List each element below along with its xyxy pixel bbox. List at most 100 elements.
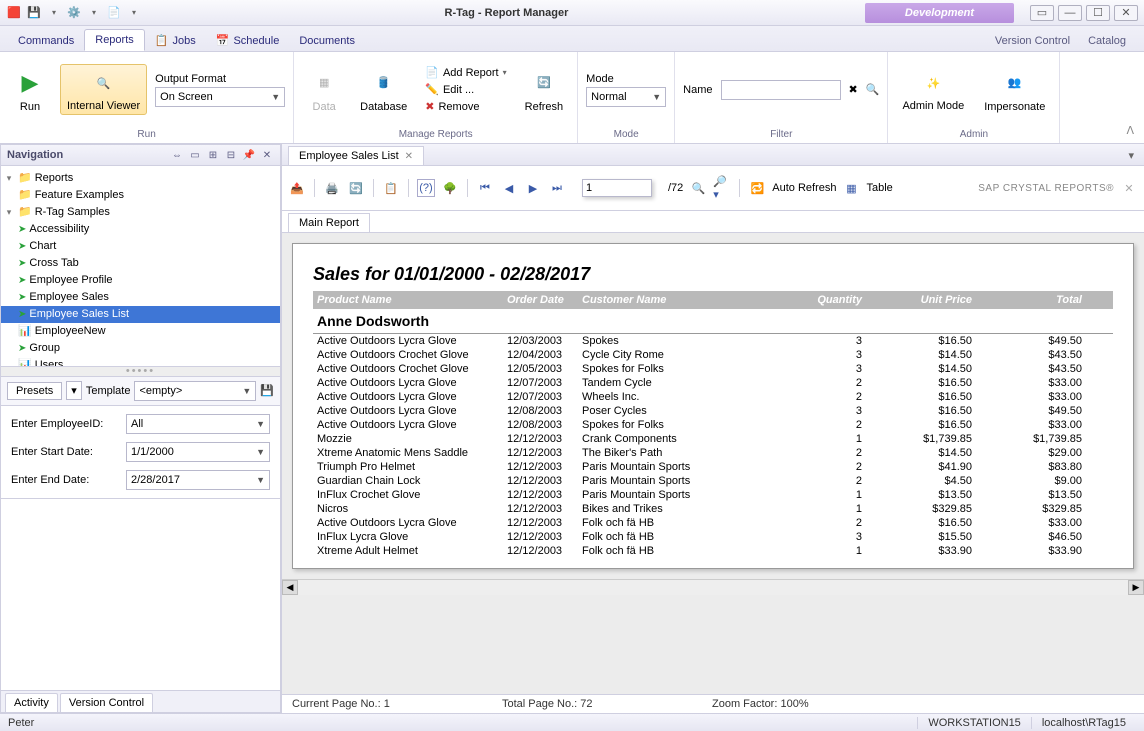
last-page-icon[interactable]: ⏭: [548, 179, 566, 197]
qat-doc-icon[interactable]: 📄: [106, 5, 122, 21]
output-format-combo[interactable]: On Screen▼: [155, 87, 285, 107]
table-row: Mozzie12/12/2003Crank Components1$1,739.…: [313, 432, 1113, 446]
zoom-icon[interactable]: 🔎▾: [713, 179, 731, 197]
horizontal-scrollbar[interactable]: ◀ ▶: [282, 579, 1144, 595]
export-icon[interactable]: 📤: [288, 179, 306, 197]
close-icon[interactable]: ✕: [1114, 5, 1138, 21]
add-report-button[interactable]: 📄Add Report▾: [421, 65, 510, 80]
auto-refresh-label[interactable]: Auto Refresh: [772, 182, 836, 194]
minimize-icon[interactable]: —: [1058, 5, 1082, 21]
nav-plus-icon[interactable]: ⊞: [206, 148, 220, 162]
tree-item-reports[interactable]: ▾ Reports: [1, 170, 280, 187]
nav-tree[interactable]: ▾ Reports Feature Examples▾ R-Tag Sample…: [0, 166, 281, 367]
report-tab[interactable]: Employee Sales List ✕: [288, 146, 424, 165]
splitter-handle[interactable]: •••••: [0, 367, 281, 377]
tree-item-chart[interactable]: Chart: [1, 238, 280, 255]
tree-item-group[interactable]: Group: [1, 340, 280, 357]
table-label[interactable]: Table: [867, 182, 893, 194]
tree-item-employee-sales[interactable]: Employee Sales: [1, 289, 280, 306]
status-user: Peter: [8, 717, 34, 729]
maximize-icon[interactable]: ☐: [1086, 5, 1110, 21]
nav-minus-icon[interactable]: ⊟: [224, 148, 238, 162]
tree-item-accessibility[interactable]: Accessibility: [1, 221, 280, 238]
database-button[interactable]: 🛢️ Database: [354, 65, 413, 115]
link-catalog[interactable]: Catalog: [1086, 31, 1128, 51]
pencil-icon: ✏️: [425, 83, 439, 96]
main-tab-commands[interactable]: Commands: [8, 31, 84, 51]
auto-refresh-icon[interactable]: 🔁: [748, 179, 766, 197]
nav-close-icon[interactable]: ✕: [260, 148, 274, 162]
nav-title: Navigation: [7, 149, 166, 161]
impersonate-button[interactable]: 👥 Impersonate: [978, 65, 1051, 115]
reload-icon[interactable]: 🔄: [347, 179, 365, 197]
qat-save-icon[interactable]: 💾: [26, 5, 42, 21]
admin-mode-button[interactable]: ✨ Admin Mode: [896, 65, 970, 114]
link-version-control[interactable]: Version Control: [993, 31, 1072, 51]
mode-combo[interactable]: Normal▼: [586, 87, 666, 107]
page-input[interactable]: [582, 179, 652, 197]
nav-min-icon[interactable]: ▭: [188, 148, 202, 162]
next-page-icon[interactable]: ▶: [524, 179, 542, 197]
tree-item-feature-examples[interactable]: Feature Examples: [1, 187, 280, 204]
remove-report-button[interactable]: ✖Remove: [421, 99, 510, 114]
print-icon[interactable]: 🖨️: [323, 179, 341, 197]
tree-item-employee-sales-list[interactable]: Employee Sales List: [1, 306, 280, 323]
col-total: Total: [972, 294, 1082, 306]
database-icon: 🛢️: [368, 67, 400, 99]
param-input-enter-start-date-[interactable]: 1/1/2000▼: [126, 442, 270, 462]
main-tab-schedule[interactable]: 📅Schedule: [206, 30, 290, 51]
prev-page-icon[interactable]: ◀: [500, 179, 518, 197]
viewer-close-icon[interactable]: ✕: [1120, 179, 1138, 197]
qat-gear-icon[interactable]: ⚙️: [66, 5, 82, 21]
tree-item-employee-profile[interactable]: Employee Profile: [1, 272, 280, 289]
page-total: /72: [668, 182, 683, 194]
crystal-brand: SAP CRYSTAL REPORTS®: [978, 183, 1114, 194]
search-icon[interactable]: 🔍: [689, 179, 707, 197]
template-combo[interactable]: <empty>▼: [134, 381, 256, 401]
copy-icon[interactable]: 📋: [382, 179, 400, 197]
params-icon[interactable]: (?): [417, 179, 435, 197]
table-row: Active Outdoors Crochet Glove12/04/2003C…: [313, 348, 1113, 362]
nav-dock-icon[interactable]: ⇔: [170, 148, 184, 162]
tree-toggle-icon[interactable]: 🌳: [441, 179, 459, 197]
status-current-page: Current Page No.: 1: [292, 698, 462, 710]
filter-clear-icon[interactable]: ✖: [849, 83, 858, 96]
mode-label: Mode: [586, 73, 666, 85]
filter-apply-icon[interactable]: 🔍: [866, 83, 880, 96]
run-button[interactable]: ▶ Run: [8, 65, 52, 115]
main-tab-jobs[interactable]: 📋Jobs: [145, 30, 206, 51]
presets-button[interactable]: Presets: [7, 382, 62, 400]
template-save-icon[interactable]: 💾: [260, 384, 274, 397]
data-button[interactable]: ▦ Data: [302, 65, 346, 115]
nav-pin-icon[interactable]: 📌: [242, 148, 256, 162]
table-row: Active Outdoors Lycra Glove12/12/2003Fol…: [313, 516, 1113, 530]
win-inner-icon[interactable]: ▭: [1030, 5, 1054, 21]
main-tab-reports[interactable]: Reports: [84, 29, 145, 51]
param-input-enter-employeeid-[interactable]: All▼: [126, 414, 270, 434]
internal-viewer-button[interactable]: 🔍 Internal Viewer: [60, 64, 147, 115]
edit-report-button[interactable]: ✏️Edit ...: [421, 82, 510, 97]
table-icon[interactable]: ▦: [843, 179, 861, 197]
filter-name-input[interactable]: [721, 80, 841, 100]
param-input-enter-end-date-[interactable]: 2/28/2017▼: [126, 470, 270, 490]
scroll-right-icon[interactable]: ▶: [1128, 580, 1144, 595]
tree-item-r-tag-samples[interactable]: ▾ R-Tag Samples: [1, 204, 280, 221]
tree-item-cross-tab[interactable]: Cross Tab: [1, 255, 280, 272]
tabs-dropdown-icon[interactable]: ▾: [1124, 149, 1138, 162]
bottom-tab-activity[interactable]: Activity: [5, 693, 58, 712]
main-report-subtab[interactable]: Main Report: [288, 213, 370, 232]
ribbon-collapse-icon[interactable]: ᐱ: [1116, 118, 1144, 143]
first-page-icon[interactable]: ⏮: [476, 179, 494, 197]
wand-icon: ✨: [917, 67, 949, 99]
tree-item-employeenew[interactable]: EmployeeNew: [1, 323, 280, 340]
refresh-button[interactable]: 🔄 Refresh: [519, 65, 570, 115]
col-quantity: Quantity: [782, 294, 862, 306]
bottom-tab-version-control[interactable]: Version Control: [60, 693, 153, 712]
tab-close-icon[interactable]: ✕: [405, 151, 413, 162]
output-format-label: Output Format: [155, 73, 285, 85]
scroll-left-icon[interactable]: ◀: [282, 580, 298, 595]
param-label: Enter Start Date:: [11, 446, 116, 458]
main-tab-documents[interactable]: Documents: [289, 31, 365, 51]
presets-dropdown-icon[interactable]: ▾: [66, 381, 82, 400]
template-label: Template: [86, 385, 131, 397]
